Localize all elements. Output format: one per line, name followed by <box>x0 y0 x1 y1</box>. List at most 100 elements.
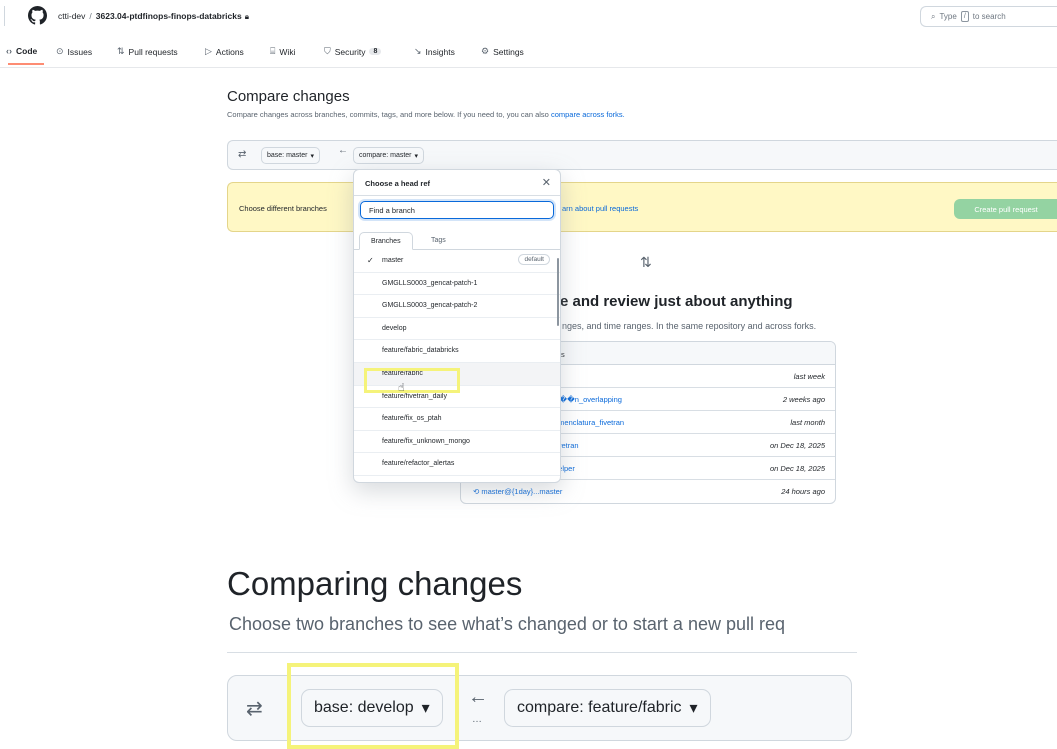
tab-wiki[interactable]: ⌸ Wiki <box>270 46 295 57</box>
branch-list: ✓ master default GMGLLS0003_gencat-patch… <box>354 250 560 476</box>
search-icon: ⌕ <box>931 11 936 21</box>
example-link[interactable]: ⟲ master@{1day}...master <box>473 487 562 496</box>
compare-branch-label: compare: master <box>359 152 412 159</box>
page-title: Compare changes <box>227 88 350 105</box>
lock-icon: 🔒︎ <box>244 12 249 21</box>
example-time: on Dec 18, 2025 <box>769 441 825 450</box>
hand-cursor-icon: ☝︎ <box>398 382 405 394</box>
tab-code-label: Code <box>16 46 38 56</box>
example-time: 24 hours ago <box>781 487 825 496</box>
default-badge: default <box>518 254 550 265</box>
zoom-divider <box>227 652 857 653</box>
gear-icon: ⚙︎ <box>481 46 490 56</box>
blankslate-subtitle: nges, and time ranges. In the same repos… <box>562 321 817 331</box>
dropdown-header: Choose a head ref ✕ <box>354 170 560 196</box>
learn-pull-requests-link[interactable]: arn about pull requests <box>562 204 638 213</box>
compare-branch-button[interactable]: compare: master ▾ <box>353 147 425 164</box>
branch-item[interactable]: feature/fix_unknown_mongo <box>354 431 560 454</box>
tab-actions[interactable]: ▷ Actions <box>205 46 244 57</box>
compare-across-forks-link[interactable]: compare across forks. <box>551 110 625 119</box>
ref-tabs: Branches Tags <box>354 228 560 250</box>
git-compare-icon: ⇄ <box>238 149 247 160</box>
example-time: last month <box>790 418 825 427</box>
play-icon: ▷ <box>205 46 212 56</box>
github-logo-icon[interactable] <box>28 6 47 25</box>
branch-filter-input[interactable]: Find a branch <box>360 201 554 219</box>
tab-security-label: Security <box>334 46 366 57</box>
caret-down-icon: ▾ <box>414 152 419 160</box>
example-time: last week <box>793 372 825 381</box>
dropdown-scrollbar[interactable] <box>557 258 559 326</box>
tab-code[interactable]: ‹› Code <box>6 46 37 56</box>
owner-link[interactable]: ctti-dev <box>58 11 85 21</box>
issue-icon: ⊙ <box>56 46 64 56</box>
branch-item[interactable]: feature/fix_os_ptah <box>354 408 560 431</box>
breadcrumb-separator: / <box>89 11 92 21</box>
nav-divider <box>0 67 1057 68</box>
page-subtitle: Compare changes across branches, commits… <box>227 110 625 119</box>
highlight-box <box>364 368 460 393</box>
branch-item[interactable]: GMGLLS0003_gencat-patch-1 <box>354 273 560 296</box>
branch-name: master <box>382 257 404 264</box>
zoom-subtitle: Choose two branches to see what’s change… <box>229 614 785 634</box>
dropdown-title: Choose a head ref <box>365 179 431 188</box>
tab-pull-requests[interactable]: ⇅ Pull requests <box>117 46 178 57</box>
list-item[interactable]: ⟲ master@{1day}...master 24 hours ago <box>461 480 835 503</box>
page-subtitle-text: Compare changes across branches, commits… <box>227 110 549 119</box>
code-icon: ‹› <box>6 46 12 56</box>
example-link[interactable]: omenclatura_fivetran <box>554 418 624 427</box>
caret-down-icon: ▾ <box>310 152 314 160</box>
tab-tags[interactable]: Tags <box>420 232 457 250</box>
head-ref-dropdown: Choose a head ref ✕ Find a branch Branch… <box>353 169 561 483</box>
tab-issues-label: Issues <box>67 46 93 57</box>
repo-link[interactable]: 3623.04-ptdfinops-finops-databricks <box>96 11 242 21</box>
header-divider <box>4 6 5 26</box>
tab-insights-label: Insights <box>425 46 455 57</box>
tab-branches[interactable]: Branches <box>359 232 413 250</box>
tab-settings-label: Settings <box>493 46 524 57</box>
arrow-left-icon: ← <box>338 145 348 156</box>
top-header: ctti-dev / 3623.04-ptdfinops-finops-databr… <box>0 0 1057 32</box>
branch-item[interactable]: GMGLLS0003_gencat-patch-2 <box>354 295 560 318</box>
base-branch-button[interactable]: base: master ▾ <box>261 147 320 164</box>
tab-actions-label: Actions <box>215 46 244 57</box>
flash-notice: Choose different branches arn about pull… <box>227 182 1057 232</box>
branch-name: feature/fix_unknown_mongo <box>382 437 470 445</box>
branch-item[interactable]: develop <box>354 318 560 341</box>
book-icon: ⌸ <box>270 46 276 56</box>
search-shortcut-key: / <box>960 11 969 22</box>
tab-issues[interactable]: ⊙ Issues <box>56 46 92 57</box>
example-link-text: master@{1day}...master <box>481 487 563 496</box>
example-link[interactable]: ci��n_overlapping <box>554 395 622 404</box>
graph-icon: ↘ <box>414 46 422 56</box>
pull-request-icon: ⇅ <box>117 46 125 56</box>
tab-insights[interactable]: ↘ Insights <box>414 46 455 57</box>
tab-security[interactable]: ⛉ Security 8 <box>324 46 382 57</box>
zoom-compare-branch-button[interactable]: compare: feature/fabric ▾ <box>504 689 711 727</box>
search-input[interactable]: ⌕ Type / to search <box>920 6 1057 27</box>
tab-pull-requests-label: Pull requests <box>128 46 178 57</box>
arrow-left-icon: ← <box>468 686 488 708</box>
search-prefix: Type <box>939 12 957 21</box>
security-count-badge: 8 <box>369 48 382 55</box>
branch-item[interactable]: feature/refactor_alertas <box>354 453 560 476</box>
branch-name: feature/fix_os_ptah <box>382 415 442 423</box>
highlight-box <box>287 663 459 749</box>
check-icon: ✓ <box>367 256 374 265</box>
branch-name: GMGLLS0003_gencat-patch-1 <box>382 279 478 287</box>
zoom-compare-label: compare: feature/fabric <box>517 699 682 716</box>
breadcrumb: ctti-dev / 3623.04-ptdfinops-finops-databr… <box>58 11 249 22</box>
close-icon[interactable]: ✕ <box>542 176 551 189</box>
branch-item[interactable]: ✓ master default <box>354 250 560 273</box>
active-tab-underline <box>8 63 44 65</box>
tab-settings[interactable]: ⚙︎ Settings <box>481 46 524 57</box>
example-time: 2 weeks ago <box>782 395 825 404</box>
create-pull-request-button[interactable]: Create pull request <box>954 199 1057 219</box>
branch-name: develop <box>382 324 407 332</box>
branch-item[interactable]: feature/fabric_databricks <box>354 340 560 363</box>
branch-name: feature/refactor_alertas <box>382 460 455 468</box>
zoom-title: Comparing changes <box>227 565 523 602</box>
git-compare-icon: ⇅ <box>640 254 652 270</box>
compare-range-bar: ⇄ base: master ▾ ← compare: master ▾ <box>227 140 1057 170</box>
tab-wiki-label: Wiki <box>279 46 296 57</box>
